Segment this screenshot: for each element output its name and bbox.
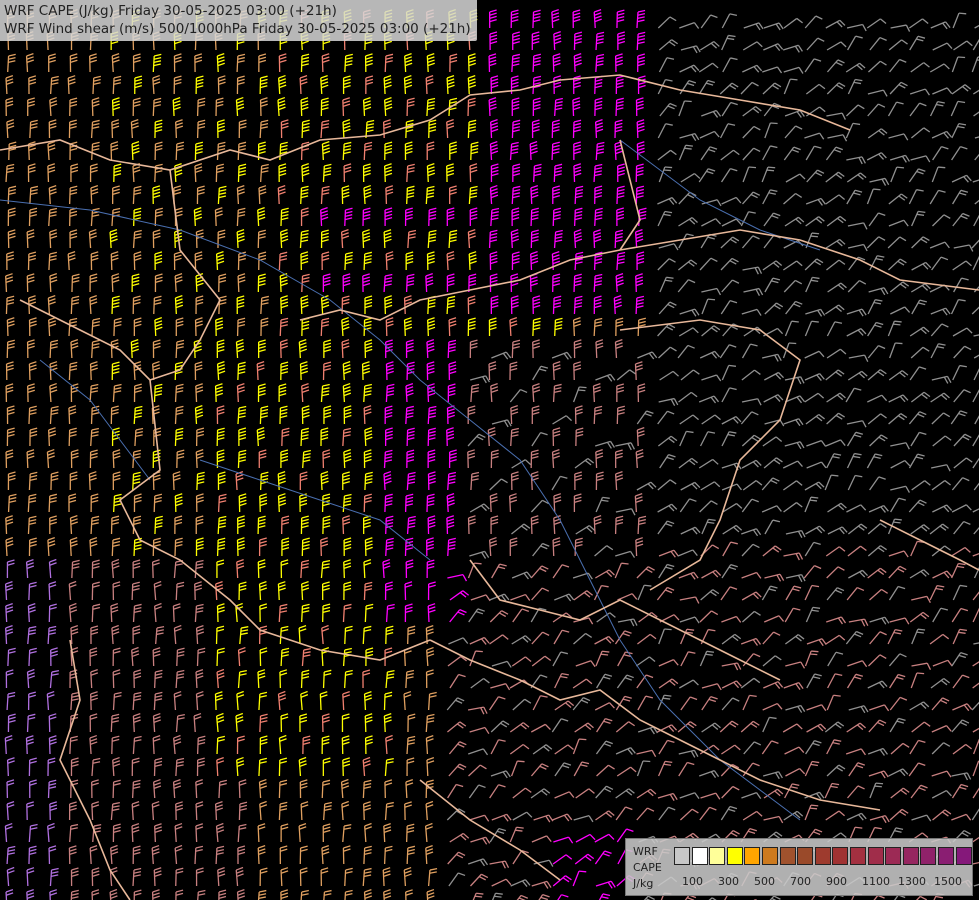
legend-tick: 500 [754, 875, 775, 888]
cape-legend: WRF CAPE J/kg 100 300 500 700 900 1100 1300 150… [625, 838, 973, 896]
legend-swatch [902, 847, 919, 865]
legend-swatch [850, 847, 866, 865]
legend-model-label: WRF [633, 845, 658, 858]
legend-swatch [797, 847, 814, 865]
legend-tick: 1100 [862, 875, 890, 888]
legend-swatch [726, 847, 743, 865]
legend-swatch [920, 847, 937, 865]
map-background [0, 0, 979, 900]
legend-tick: 900 [826, 875, 847, 888]
legend-swatch [674, 847, 690, 865]
legend-swatch [744, 847, 761, 865]
legend-swatch [867, 847, 884, 865]
legend-swatch [709, 847, 726, 865]
legend-swatch [691, 847, 708, 865]
legend-unit-label: J/kg [633, 877, 654, 890]
legend-swatch [885, 847, 902, 865]
legend-swatch [762, 847, 778, 865]
legend-tick: 300 [718, 875, 739, 888]
legend-tick: 1300 [898, 875, 926, 888]
legend-swatch [779, 847, 796, 865]
legend-tick: 700 [790, 875, 811, 888]
legend-field-label: CAPE [633, 861, 662, 874]
legend-swatch [814, 847, 831, 865]
map-title-box: WRF CAPE (J/kg) Friday 30-05-2025 03:00 … [0, 0, 477, 41]
title-line-wind-shear: WRF Wind shear (m/s) 500/1000hPa Friday … [4, 21, 471, 37]
legend-swatch [832, 847, 849, 865]
legend-tick: 100 [682, 875, 703, 888]
legend-swatch [938, 847, 954, 865]
legend-swatch [955, 847, 972, 865]
weather-map [0, 0, 979, 900]
title-line-cape: WRF CAPE (J/kg) Friday 30-05-2025 03:00 … [4, 3, 337, 19]
legend-tick: 1500 [934, 875, 962, 888]
